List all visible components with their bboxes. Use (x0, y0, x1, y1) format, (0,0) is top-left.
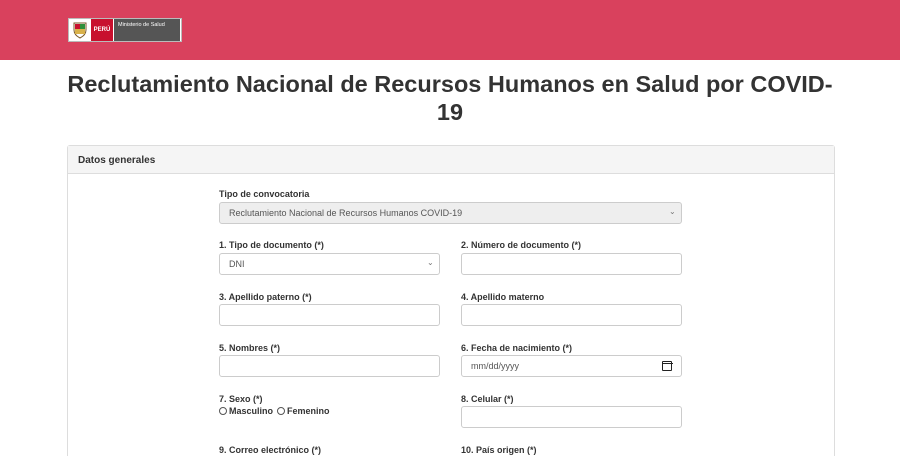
nombres-label: 5. Nombres (*) (219, 343, 281, 353)
masculino-label: Masculino (229, 406, 274, 416)
fecha-nacimiento-label: 6. Fecha de nacimiento (*) (461, 343, 573, 353)
tipo-convocatoria-label: Tipo de convocatoria (219, 189, 310, 199)
numero-documento-input[interactable] (461, 253, 682, 275)
nombres-input[interactable] (219, 355, 440, 377)
tipo-documento-value: DNI (229, 259, 245, 269)
fecha-nacimiento-placeholder: mm/dd/yyyy (471, 361, 520, 371)
correo-label: 9. Correo electrónico (*) (219, 445, 322, 455)
fecha-nacimiento-input[interactable]: mm/dd/yyyy (461, 355, 682, 377)
celular-label: 8. Celular (*) (461, 394, 514, 404)
apellido-materno-input[interactable] (461, 304, 682, 326)
ministry-brand-label: Ministerio de Salud (114, 19, 180, 41)
celular-input[interactable] (461, 406, 682, 428)
sexo-radio-group: Masculino Femenino (219, 406, 330, 416)
panel-heading: Datos generales (68, 146, 834, 174)
numero-documento-label: 2. Número de documento (*) (461, 240, 582, 250)
peru-brand-label: PERÚ (91, 19, 113, 41)
tipo-convocatoria-value: Reclutamiento Nacional de Recursos Human… (229, 208, 463, 218)
ministry-logo[interactable]: PERÚ Ministerio de Salud (68, 18, 182, 42)
masculino-radio[interactable] (219, 407, 227, 415)
femenino-label: Femenino (287, 406, 330, 416)
femenino-radio[interactable] (277, 407, 286, 415)
chevron-down-icon: ⌄ (427, 258, 434, 267)
apellido-materno-label: 4. Apellido materno (461, 292, 545, 302)
chevron-down-icon: ⌄ (669, 207, 676, 216)
apellido-paterno-input[interactable] (219, 304, 440, 326)
tipo-documento-select[interactable]: DNI ⌄ (219, 253, 440, 275)
general-data-panel: Datos generales (67, 145, 835, 456)
calendar-icon[interactable] (661, 361, 673, 371)
sexo-label: 7. Sexo (*) (219, 394, 263, 404)
tipo-documento-label: 1. Tipo de documento (*) (219, 240, 324, 250)
apellido-paterno-label: 3. Apellido paterno (*) (219, 292, 312, 302)
tipo-convocatoria-select[interactable]: Reclutamiento Nacional de Recursos Human… (219, 202, 682, 224)
pais-origen-label: 10. País origen (*) (461, 445, 537, 455)
coat-of-arms-icon (73, 22, 87, 39)
page-title: Reclutamiento Nacional de Recursos Human… (67, 71, 833, 125)
top-banner: PERÚ Ministerio de Salud (0, 0, 900, 60)
